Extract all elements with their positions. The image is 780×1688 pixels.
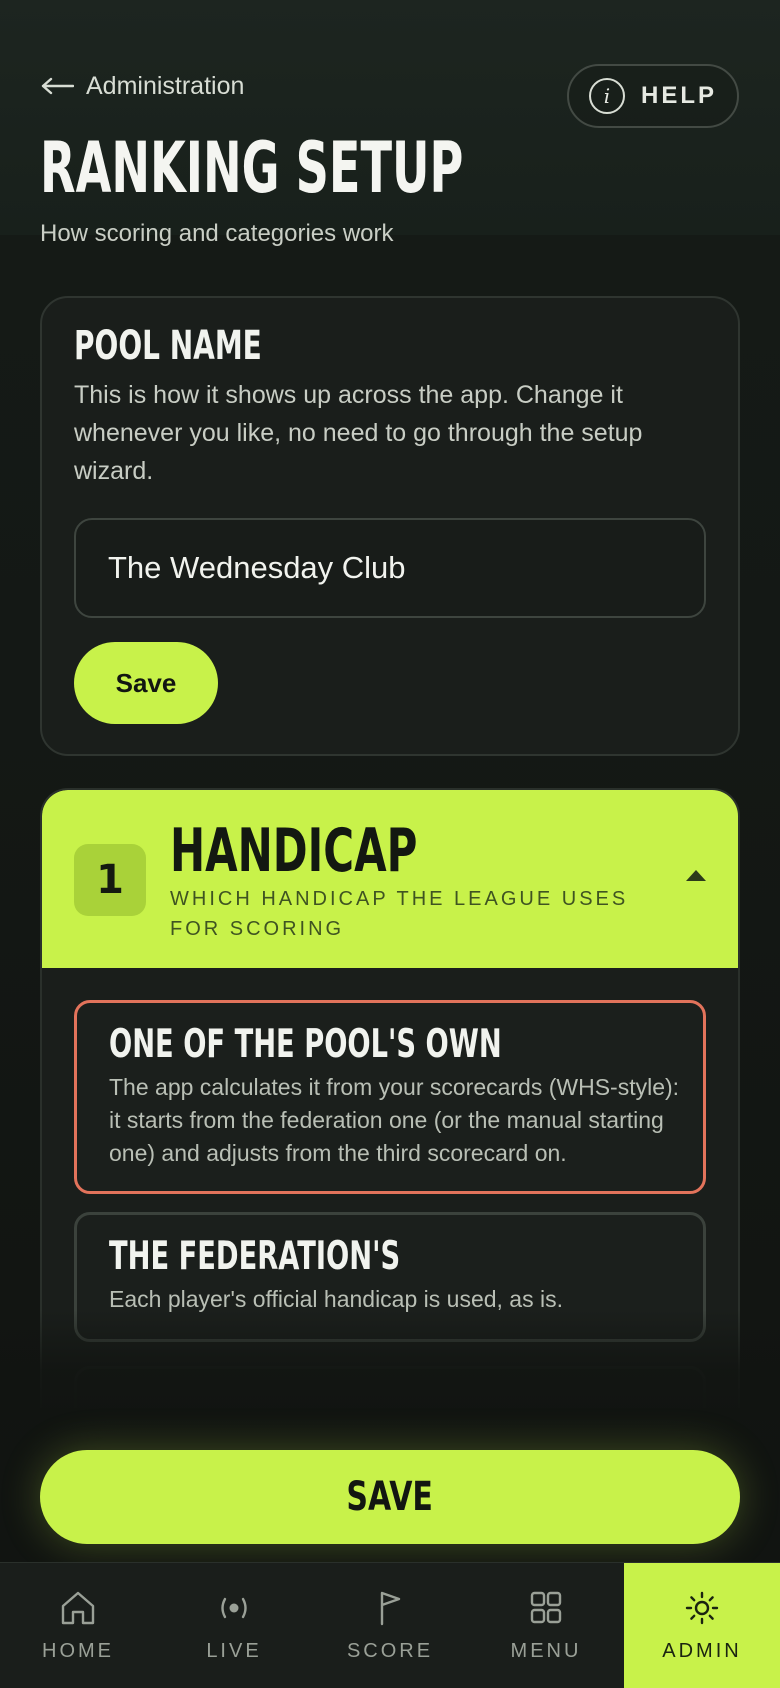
- flag-icon: [371, 1590, 409, 1626]
- nav-label: SCORE: [346, 1639, 434, 1662]
- info-icon: i: [588, 78, 625, 114]
- pool-name-description: This is how it shows up across the app. …: [74, 381, 643, 485]
- handicap-section-title: HANDICAP: [170, 816, 418, 886]
- sun-gear-icon: [683, 1590, 721, 1626]
- help-button-label: HELP: [640, 82, 717, 109]
- nav-item-admin[interactable]: ADMIN: [624, 1563, 780, 1688]
- nav-label: MENU: [510, 1639, 582, 1662]
- nav-label: LIVE: [206, 1639, 262, 1662]
- handicap-section-header[interactable]: 1 HANDICAP WHICH HANDICAP THE LEAGUE USE…: [42, 790, 738, 968]
- nav-label: ADMIN: [662, 1639, 742, 1662]
- live-icon: [215, 1590, 253, 1626]
- nav-label: HOME: [42, 1639, 114, 1662]
- handicap-section-subtitle: WHICH HANDICAP THE LEAGUE USES FOR SCORI…: [170, 888, 629, 940]
- help-button[interactable]: i HELP: [567, 64, 739, 128]
- save-button-label: SAVE: [346, 1474, 434, 1520]
- grid-icon: [527, 1590, 565, 1626]
- option-title: THE FEDERATION'S: [109, 1234, 401, 1279]
- option-description: The app calculates it from your scorecar…: [109, 1074, 680, 1166]
- step-number-badge: 1: [74, 844, 146, 916]
- back-link[interactable]: Administration: [40, 68, 244, 104]
- option-title: ONE OF THE POOL'S OWN: [109, 1022, 502, 1067]
- bottom-nav: HOME LIVE SCORE MENU ADMIN: [0, 1562, 780, 1688]
- back-link-label: Administration: [86, 71, 245, 100]
- caret-up-icon[interactable]: [686, 870, 706, 881]
- pool-name-save-button[interactable]: Save: [74, 642, 218, 724]
- scroll-fade-overlay: [0, 1310, 780, 1420]
- nav-item-menu[interactable]: MENU: [468, 1563, 624, 1688]
- handicap-option-pool-own[interactable]: ONE OF THE POOL'S OWN The app calculates…: [74, 1000, 706, 1194]
- nav-item-score[interactable]: SCORE: [312, 1563, 468, 1688]
- page-subtitle: How scoring and categories work: [40, 220, 394, 247]
- save-button[interactable]: SAVE: [40, 1450, 740, 1544]
- pool-name-title: POOL NAME: [74, 323, 262, 369]
- pool-name-card: POOL NAME This is how it shows up across…: [40, 296, 740, 756]
- home-icon: [59, 1590, 97, 1626]
- page-title: RANKING SETUP: [40, 127, 464, 209]
- nav-item-home[interactable]: HOME: [0, 1563, 156, 1688]
- arrow-left-icon: [40, 76, 74, 96]
- pool-name-input[interactable]: [74, 518, 706, 618]
- nav-item-live[interactable]: LIVE: [156, 1563, 312, 1688]
